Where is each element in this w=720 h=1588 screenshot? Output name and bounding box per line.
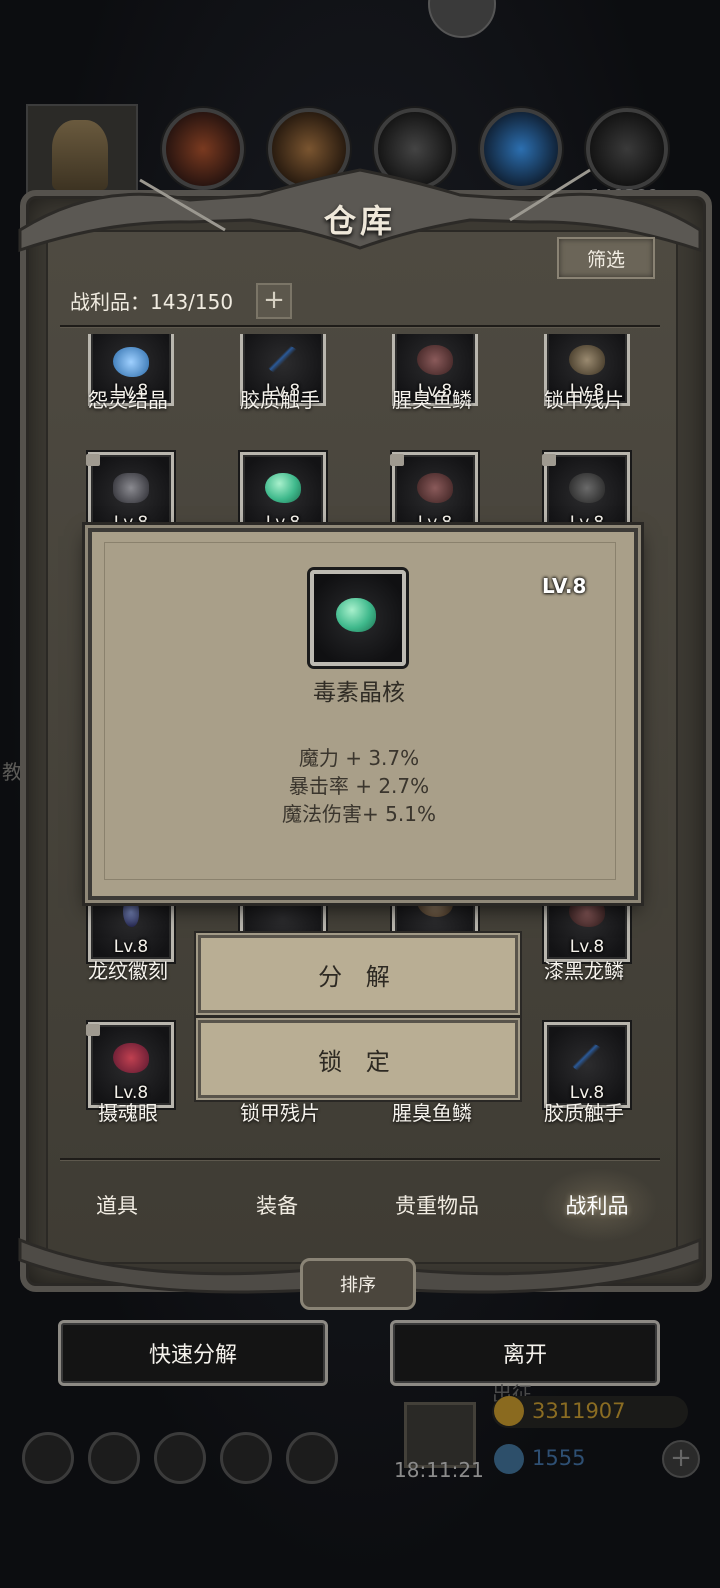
mask-icon [113,473,149,503]
warehouse-title: 仓库 [323,202,396,240]
hud-mail-icon[interactable] [220,1432,272,1484]
item-slot[interactable]: Lv.8 [544,1022,630,1108]
gem-amount: 1555 [532,1446,586,1470]
leave-button[interactable]: 离开 [390,1320,660,1386]
item-slot[interactable]: Lv.8 [240,452,326,538]
popup-stat: 魔法伤害+ 5.1% [282,802,436,826]
item-level: Lv.8 [569,937,605,957]
item-name: 漆黑龙鳞 [544,959,624,983]
lock-button[interactable]: 锁 定 [198,1020,518,1098]
gold-coin-icon [494,1396,524,1426]
tentacle-icon [569,1043,605,1073]
item-slot[interactable]: Lv.8 [88,452,174,538]
fish-scale-icon [417,345,453,375]
fish-scale-icon [417,473,453,503]
hud-time: 18:11:21 [394,1458,484,1482]
lock-icon [542,454,556,466]
side-label-left: 教 [2,760,22,784]
spirit-crystal-icon [113,347,149,377]
item-name: 胶质触手 [240,388,320,412]
tab-valuables[interactable]: 贵重物品 [362,1190,512,1220]
lock-icon [390,454,404,466]
item-slot[interactable]: Lv.8 [392,452,478,538]
amulet-icon [123,897,139,927]
item-slot[interactable]: Lv.8 [88,1022,174,1108]
divider [60,325,660,327]
loot-count: 战利品：143/150 [70,290,234,314]
lock-icon [86,1024,100,1036]
popup-item-name: 毒素晶核 [313,680,405,706]
armor-shard-icon [569,345,605,375]
gem-icon [494,1444,524,1474]
tabs-divider [60,1158,660,1160]
hud-settings-icon[interactable] [22,1432,74,1484]
tab-equipment[interactable]: 装备 [202,1190,352,1220]
eye-icon [113,1043,149,1073]
popup-stat: 魔力 + 3.7% [298,746,420,770]
add-gems-button[interactable]: + [662,1440,700,1478]
green-gem-icon [265,473,301,503]
item-name: 腥臭鱼鳞 [392,388,472,412]
item-name: 摄魂眼 [98,1101,158,1125]
tentacle-icon [265,345,301,375]
item-name: 腥臭鱼鳞 [392,1101,472,1125]
quick-decompose-button[interactable]: 快速分解 [58,1320,328,1386]
item-slot[interactable]: Lv.8 [544,452,630,538]
expand-capacity-button[interactable]: + [256,283,292,319]
popup-stat: 暴击率 + 2.7% [288,774,430,798]
item-name: 怨灵结晶 [88,388,168,412]
lock-icon [86,454,100,466]
filter-button[interactable]: 筛选 [557,237,655,279]
toxin-core-icon [336,598,376,632]
popup-item-level: LV.8 [542,574,587,598]
sort-button[interactable]: 排序 [300,1258,416,1310]
item-name: 锁甲残片 [544,388,624,412]
tab-items[interactable]: 道具 [42,1190,192,1220]
gold-amount: 3311907 [532,1399,626,1423]
hud-guild-icon[interactable] [154,1432,206,1484]
decompose-button[interactable]: 分 解 [198,935,518,1013]
tab-loot[interactable]: 战利品 [522,1190,672,1220]
dragon-scale-icon [569,897,605,927]
item-name: 锁甲残片 [240,1101,320,1125]
hud-skills-icon[interactable] [286,1432,338,1484]
item-name: 胶质触手 [544,1101,624,1125]
claw-icon [569,473,605,503]
item-name: 龙纹徽刻 [88,959,168,983]
hud-quest-icon[interactable] [88,1432,140,1484]
item-level: Lv.8 [113,937,149,957]
